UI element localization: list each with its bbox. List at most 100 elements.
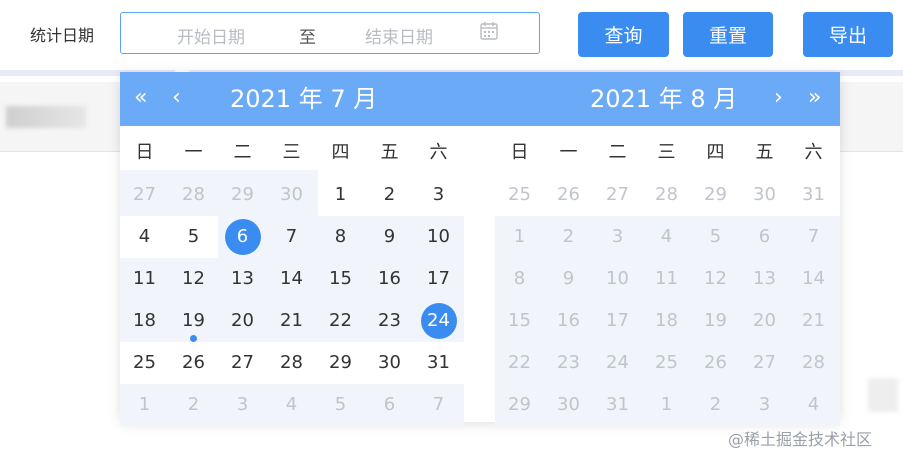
day-cell[interactable]: 5 (316, 384, 365, 426)
day-cell[interactable]: 11 (120, 258, 169, 300)
day-cell[interactable]: 2 (691, 384, 740, 426)
day-cell[interactable]: 12 (691, 258, 740, 300)
prev-year-button[interactable]: « (134, 85, 147, 111)
day-cell[interactable]: 31 (789, 174, 838, 216)
weekday-header-left: 五 (380, 142, 399, 163)
day-cell[interactable]: 4 (120, 216, 169, 258)
day-cell[interactable]: 18 (642, 300, 691, 342)
day-cell[interactable]: 23 (544, 342, 593, 384)
reset-button[interactable]: 重置 (683, 12, 773, 57)
day-label: 29 (508, 394, 531, 415)
day-cell[interactable]: 28 (267, 342, 316, 384)
export-button[interactable]: 导出 (803, 12, 893, 57)
day-cell[interactable]: 3 (593, 216, 642, 258)
day-cell[interactable]: 29 (691, 174, 740, 216)
day-cell[interactable]: 3 (218, 384, 267, 426)
day-cell[interactable]: 20 (740, 300, 789, 342)
day-cell[interactable]: 16 (365, 258, 414, 300)
day-cell[interactable]: 8 (316, 216, 365, 258)
day-cell[interactable]: 14 (267, 258, 316, 300)
next-month-button[interactable]: › (774, 85, 783, 111)
day-cell[interactable]: 12 (169, 258, 218, 300)
day-cell[interactable]: 27 (218, 342, 267, 384)
weekday-header-right: 五 (755, 142, 774, 163)
day-cell[interactable]: 21 (789, 300, 838, 342)
day-cell[interactable]: 1 (642, 384, 691, 426)
day-cell[interactable]: 2 (544, 216, 593, 258)
day-cell[interactable]: 25 (120, 342, 169, 384)
day-cell[interactable]: 30 (267, 174, 316, 216)
day-cell[interactable]: 18 (120, 300, 169, 342)
day-cell[interactable]: 11 (642, 258, 691, 300)
day-cell[interactable]: 4 (642, 216, 691, 258)
day-cell[interactable]: 7 (267, 216, 316, 258)
day-cell[interactable]: 7 (414, 384, 463, 426)
popover-arrow (174, 64, 190, 72)
day-cell[interactable]: 16 (544, 300, 593, 342)
day-cell[interactable]: 15 (495, 300, 544, 342)
day-label: 3 (611, 226, 624, 247)
query-button[interactable]: 查询 (578, 12, 669, 57)
next-year-button[interactable]: » (808, 85, 821, 111)
day-cell[interactable]: 31 (593, 384, 642, 426)
day-cell[interactable]: 5 (691, 216, 740, 258)
day-cell[interactable]: 17 (414, 258, 463, 300)
day-cell[interactable]: 10 (593, 258, 642, 300)
day-cell[interactable]: 2 (169, 384, 218, 426)
day-cell[interactable]: 6 (365, 384, 414, 426)
day-cell[interactable]: 1 (120, 384, 169, 426)
day-cell[interactable]: 27 (740, 342, 789, 384)
day-cell[interactable]: 5 (169, 216, 218, 258)
day-cell[interactable]: 24 (414, 300, 463, 342)
day-cell[interactable]: 30 (365, 342, 414, 384)
day-cell[interactable]: 9 (544, 258, 593, 300)
day-cell[interactable]: 4 (789, 384, 838, 426)
day-cell[interactable]: 3 (740, 384, 789, 426)
day-cell[interactable]: 14 (789, 258, 838, 300)
day-cell[interactable]: 30 (544, 384, 593, 426)
day-label: 30 (753, 184, 776, 205)
day-cell[interactable]: 4 (267, 384, 316, 426)
day-cell[interactable]: 7 (789, 216, 838, 258)
day-cell[interactable]: 28 (789, 342, 838, 384)
day-cell[interactable]: 28 (642, 174, 691, 216)
day-cell[interactable]: 3 (414, 174, 463, 216)
day-cell[interactable]: 10 (414, 216, 463, 258)
day-cell[interactable]: 27 (120, 174, 169, 216)
day-cell[interactable]: 8 (495, 258, 544, 300)
day-cell[interactable]: 1 (495, 216, 544, 258)
day-cell[interactable]: 30 (740, 174, 789, 216)
day-cell[interactable]: 24 (593, 342, 642, 384)
day-cell[interactable]: 29 (316, 342, 365, 384)
day-cell[interactable]: 26 (691, 342, 740, 384)
day-cell[interactable]: 13 (218, 258, 267, 300)
day-cell[interactable]: 26 (544, 174, 593, 216)
day-cell[interactable]: 6 (740, 216, 789, 258)
day-cell[interactable]: 15 (316, 258, 365, 300)
date-range-input[interactable]: 开始日期 至 结束日期 (120, 12, 540, 54)
end-date-field[interactable]: 结束日期 (365, 23, 433, 48)
day-label: 10 (606, 268, 629, 289)
day-cell[interactable]: 19 (691, 300, 740, 342)
day-cell[interactable]: 23 (365, 300, 414, 342)
day-cell[interactable]: 6 (218, 216, 267, 258)
prev-month-button[interactable]: ‹ (172, 85, 181, 111)
day-cell[interactable]: 2 (365, 174, 414, 216)
day-cell[interactable]: 20 (218, 300, 267, 342)
day-cell[interactable]: 29 (218, 174, 267, 216)
day-cell[interactable]: 9 (365, 216, 414, 258)
day-cell[interactable]: 31 (414, 342, 463, 384)
day-cell[interactable]: 1 (316, 174, 365, 216)
day-cell[interactable]: 13 (740, 258, 789, 300)
start-date-field[interactable]: 开始日期 (177, 23, 245, 48)
day-cell[interactable]: 22 (316, 300, 365, 342)
day-cell[interactable]: 17 (593, 300, 642, 342)
day-cell[interactable]: 28 (169, 174, 218, 216)
day-cell[interactable]: 25 (495, 174, 544, 216)
day-cell[interactable]: 25 (642, 342, 691, 384)
day-cell[interactable]: 27 (593, 174, 642, 216)
day-cell[interactable]: 29 (495, 384, 544, 426)
day-cell[interactable]: 26 (169, 342, 218, 384)
day-cell[interactable]: 21 (267, 300, 316, 342)
day-cell[interactable]: 22 (495, 342, 544, 384)
